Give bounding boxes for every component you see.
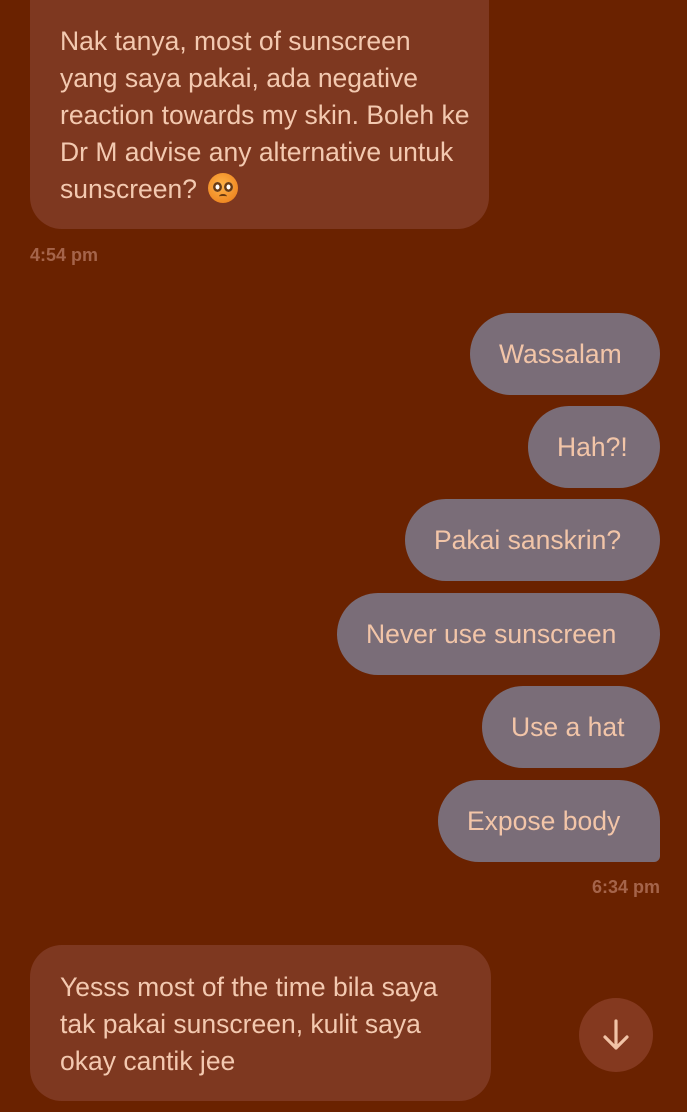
message-text: Use a hat	[511, 712, 625, 742]
outgoing-message-bubble[interactable]: Hah?!	[528, 406, 660, 488]
incoming-message-bubble[interactable]: Nak tanya, most of sunscreen yang saya p…	[30, 0, 489, 229]
message-timestamp: 6:34 pm	[591, 877, 660, 897]
incoming-message-bubble[interactable]: Yesss most of the time bila saya tak pak…	[30, 945, 491, 1101]
outgoing-message-bubble[interactable]: Wassalam	[470, 313, 660, 395]
message-text: Hah?!	[557, 432, 628, 462]
message-text: Nak tanya, most of sunscreen yang saya p…	[60, 26, 470, 204]
message-text: Wassalam	[499, 339, 622, 369]
message-text: Yesss most of the time bila saya tak pak…	[60, 972, 438, 1076]
message-text: Expose body	[467, 806, 621, 836]
message-text: Pakai sanskrin?	[434, 525, 622, 555]
outgoing-message-bubble[interactable]: Never use sunscreen	[337, 593, 660, 675]
pleading-face-emoji-icon	[208, 173, 239, 203]
outgoing-message-bubble[interactable]: Pakai sanskrin?	[405, 499, 660, 581]
message-thread: Nak tanya, most of sunscreen yang saya p…	[0, 0, 687, 1112]
scroll-to-bottom-button[interactable]	[579, 998, 653, 1072]
outgoing-message-bubble[interactable]: Use a hat	[482, 686, 660, 768]
message-text: Never use sunscreen	[366, 619, 617, 649]
outgoing-message-bubble[interactable]: Expose body	[438, 780, 660, 862]
message-timestamp: 4:54 pm	[30, 245, 99, 265]
arrow-down-icon	[603, 1019, 629, 1050]
